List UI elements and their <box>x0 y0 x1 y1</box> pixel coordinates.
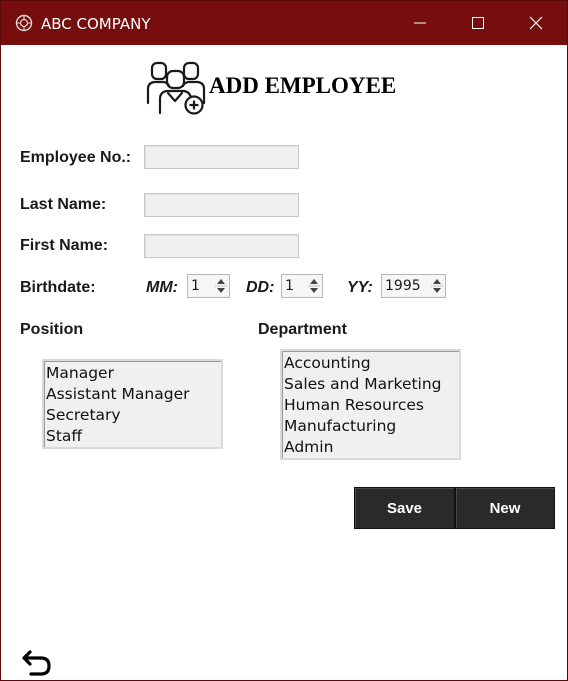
day-label: DD: <box>246 279 275 296</box>
position-label: Position <box>20 321 84 338</box>
month-value: 1 <box>191 278 200 294</box>
back-arrow-icon[interactable] <box>21 649 53 677</box>
list-item[interactable]: Human Resources <box>284 395 457 416</box>
month-label: MM: <box>146 279 178 296</box>
spin-arrows-icon[interactable] <box>308 277 320 295</box>
birthdate-label: Birthdate: <box>20 279 96 296</box>
save-button[interactable]: Save <box>354 487 455 529</box>
page-title: ADD EMPLOYEE <box>209 73 397 98</box>
list-item[interactable]: Assistant Manager <box>46 384 219 405</box>
employee-no-label: Employee No.: <box>20 149 132 166</box>
first-name-label: First Name: <box>20 237 109 254</box>
month-spinbox[interactable]: 1 <box>187 274 230 298</box>
department-label: Department <box>258 321 347 338</box>
list-item[interactable]: Accounting <box>284 353 457 374</box>
new-button[interactable]: New <box>455 487 555 529</box>
list-item[interactable]: Manager <box>46 363 219 384</box>
day-value: 1 <box>285 278 294 294</box>
list-item[interactable]: Manufacturing <box>284 416 457 437</box>
close-icon <box>529 16 543 30</box>
list-item[interactable]: Secretary <box>46 405 219 426</box>
app-logo-icon <box>15 14 33 32</box>
minimize-icon <box>414 22 426 24</box>
title-bar[interactable]: ABC COMPANY <box>1 1 567 45</box>
year-label: YY: <box>347 279 373 296</box>
list-item[interactable]: Staff <box>46 426 219 447</box>
add-employee-window: ABC COMPANY ADD EMPLOYEE Employee No.: L… <box>0 0 568 681</box>
spin-arrows-icon[interactable] <box>215 277 227 295</box>
day-spinbox[interactable]: 1 <box>281 274 323 298</box>
minimize-button[interactable] <box>391 1 449 45</box>
list-item[interactable]: Sales and Marketing <box>284 374 457 395</box>
year-spinbox[interactable]: 1995 <box>381 274 446 298</box>
maximize-icon <box>472 17 484 29</box>
spin-arrows-icon[interactable] <box>431 277 443 295</box>
maximize-button[interactable] <box>449 1 507 45</box>
year-value: 1995 <box>385 278 421 294</box>
close-button[interactable] <box>507 1 565 45</box>
list-item[interactable]: Admin <box>284 437 457 458</box>
position-listbox[interactable]: Manager Assistant Manager Secretary Staf… <box>42 359 223 449</box>
first-name-input[interactable] <box>144 234 299 258</box>
employees-group-icon <box>146 61 206 115</box>
employee-no-input[interactable] <box>144 145 299 169</box>
last-name-label: Last Name: <box>20 196 107 213</box>
department-listbox[interactable]: Accounting Sales and Marketing Human Res… <box>280 349 461 460</box>
last-name-input[interactable] <box>144 193 299 217</box>
window-title: ABC COMPANY <box>41 15 151 33</box>
